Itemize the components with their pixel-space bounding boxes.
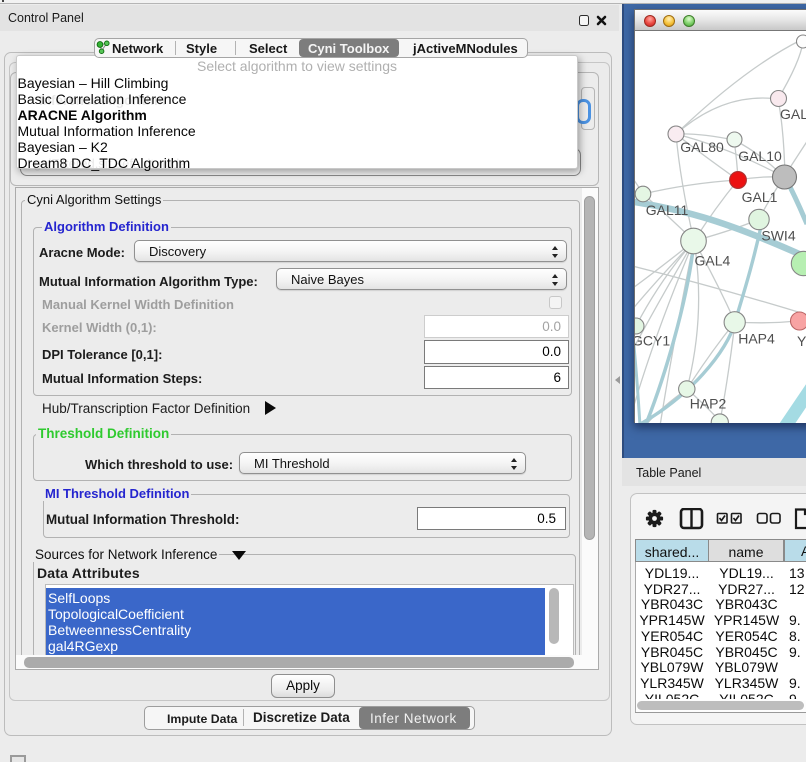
svg-text:HAP2: HAP2 [690, 396, 727, 412]
svg-text:Y: Y [797, 333, 806, 349]
svg-text:GAL1: GAL1 [742, 189, 778, 205]
svg-text:GAL10: GAL10 [738, 148, 782, 164]
svg-text:HAP4: HAP4 [738, 331, 775, 347]
svg-text:GAL80: GAL80 [680, 139, 724, 155]
svg-text:SWI4: SWI4 [761, 228, 795, 244]
svg-text:GAL11: GAL11 [646, 202, 689, 218]
svg-text:GAL4: GAL4 [694, 253, 730, 269]
svg-text:GCY1: GCY1 [635, 333, 670, 349]
svg-text:GAL7: GAL7 [780, 106, 806, 122]
